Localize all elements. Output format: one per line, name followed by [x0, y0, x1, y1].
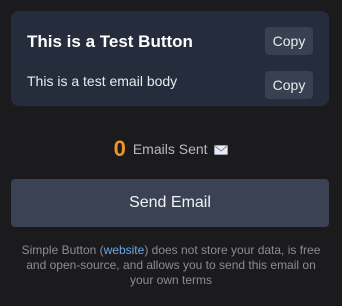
copy-subject-button[interactable]: Copy [265, 27, 313, 55]
emails-sent-label: Emails Sent [133, 141, 229, 157]
website-link[interactable]: website [104, 243, 145, 257]
email-preview-card: This is a Test Button Copy This is a tes… [11, 11, 329, 106]
footer-prefix: Simple Button ( [21, 243, 104, 257]
emails-sent-count: 0 [113, 136, 126, 161]
send-email-button[interactable]: Send Email [11, 179, 329, 227]
envelope-icon [214, 145, 229, 155]
emails-sent-counter: 0 Emails Sent [0, 136, 342, 162]
emails-sent-text: Emails Sent [132, 141, 208, 157]
copy-body-button[interactable]: Copy [265, 71, 313, 99]
footer-disclaimer: Simple Button (website) does not store y… [16, 243, 326, 288]
email-subject: This is a Test Button [27, 32, 193, 51]
email-body: This is a test email body [27, 73, 178, 89]
